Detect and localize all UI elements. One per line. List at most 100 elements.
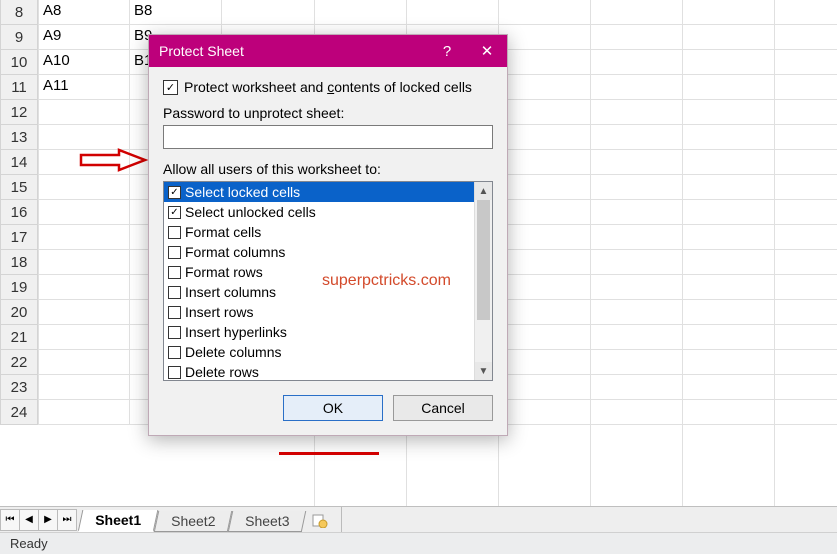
permission-label: Insert rows [185, 304, 253, 320]
cell[interactable] [38, 275, 130, 300]
cell[interactable]: A11 [38, 75, 130, 100]
permission-option[interactable]: Select unlocked cells [164, 202, 474, 222]
gridline [682, 0, 683, 506]
row-header[interactable]: 8 [0, 0, 38, 25]
permissions-listbox[interactable]: Select locked cells Select unlocked cells… [163, 181, 493, 381]
status-bar: Ready [0, 532, 837, 554]
cell[interactable]: A8 [38, 0, 130, 25]
permission-option[interactable]: Select locked cells [164, 182, 474, 202]
tab-nav-next-button[interactable]: ▶ [38, 509, 58, 531]
row-header[interactable]: 19 [0, 275, 38, 300]
permission-option[interactable]: Insert hyperlinks [164, 322, 474, 342]
protect-contents-checkbox[interactable] [163, 80, 178, 95]
grid-row: 8A8B8 [0, 0, 837, 25]
tab-nav-last-button[interactable]: ⏭ [57, 509, 77, 531]
sheet-tab[interactable]: Sheet1 [78, 510, 159, 532]
permission-checkbox[interactable] [168, 206, 181, 219]
permission-label: Format columns [185, 244, 285, 260]
row-header[interactable]: 9 [0, 25, 38, 50]
password-input[interactable] [163, 125, 493, 149]
permission-label: Format rows [185, 264, 263, 280]
permission-checkbox[interactable] [168, 266, 181, 279]
cell[interactable] [38, 100, 130, 125]
cell[interactable] [38, 175, 130, 200]
status-text: Ready [10, 536, 48, 551]
permission-label: Insert columns [185, 284, 276, 300]
permission-option[interactable]: Format columns [164, 242, 474, 262]
cell[interactable] [38, 225, 130, 250]
permission-checkbox[interactable] [168, 246, 181, 259]
permission-option[interactable]: Delete rows [164, 362, 474, 380]
allow-users-label: Allow all users of this worksheet to: [163, 161, 493, 177]
permission-label: Delete rows [185, 364, 259, 380]
annotation-underline [279, 452, 379, 455]
row-header[interactable]: 10 [0, 50, 38, 75]
sheet-tab[interactable]: Sheet2 [154, 511, 233, 532]
cell[interactable]: A10 [38, 50, 130, 75]
sheet-tab-label: Sheet3 [245, 513, 289, 529]
permission-option[interactable]: Delete columns [164, 342, 474, 362]
row-header[interactable]: 23 [0, 375, 38, 400]
tab-nav-prev-button[interactable]: ◀ [19, 509, 39, 531]
permission-checkbox[interactable] [168, 286, 181, 299]
dialog-titlebar[interactable]: Protect Sheet ? ✕ [149, 35, 507, 67]
sheet-tab-bar: ⏮ ◀ ▶ ⏭ Sheet1 Sheet2 Sheet3 [0, 506, 837, 532]
new-sheet-button[interactable] [305, 507, 335, 532]
permission-option[interactable]: Format rows [164, 262, 474, 282]
scroll-down-button[interactable]: ▼ [475, 362, 492, 380]
close-button[interactable]: ✕ [467, 35, 507, 67]
scroll-up-button[interactable]: ▲ [475, 182, 492, 200]
password-label: Password to unprotect sheet: [163, 105, 493, 121]
permission-checkbox[interactable] [168, 306, 181, 319]
protect-sheet-dialog: Protect Sheet ? ✕ Protect worksheet and … [148, 34, 508, 436]
permission-label: Select locked cells [185, 184, 300, 200]
cell[interactable] [38, 325, 130, 350]
gridline [590, 0, 591, 506]
row-header[interactable]: 17 [0, 225, 38, 250]
new-sheet-icon [311, 512, 329, 528]
scroll-thumb[interactable] [477, 200, 490, 320]
row-header[interactable]: 21 [0, 325, 38, 350]
permission-label: Delete columns [185, 344, 282, 360]
sheet-tab-label: Sheet2 [171, 513, 215, 529]
row-header[interactable]: 13 [0, 125, 38, 150]
help-button[interactable]: ? [427, 35, 467, 67]
cell[interactable]: B8 [130, 0, 222, 25]
row-header[interactable]: 22 [0, 350, 38, 375]
ok-button[interactable]: OK [283, 395, 383, 421]
tab-scroll-area[interactable] [341, 507, 837, 532]
cell[interactable]: A9 [38, 25, 130, 50]
cell[interactable] [38, 200, 130, 225]
permission-option[interactable]: Format cells [164, 222, 474, 242]
permission-option[interactable]: Insert columns [164, 282, 474, 302]
row-header[interactable]: 20 [0, 300, 38, 325]
sheet-tab[interactable]: Sheet3 [228, 511, 307, 532]
cell[interactable] [38, 400, 130, 425]
cell[interactable] [38, 250, 130, 275]
cell[interactable] [38, 300, 130, 325]
permission-checkbox[interactable] [168, 366, 181, 379]
row-header[interactable]: 18 [0, 250, 38, 275]
cell[interactable] [38, 375, 130, 400]
row-header[interactable]: 14 [0, 150, 38, 175]
permission-label: Insert hyperlinks [185, 324, 287, 340]
row-header[interactable]: 15 [0, 175, 38, 200]
row-header[interactable]: 12 [0, 100, 38, 125]
permission-checkbox[interactable] [168, 326, 181, 339]
row-header[interactable]: 11 [0, 75, 38, 100]
tab-nav-first-button[interactable]: ⏮ [0, 509, 20, 531]
cell[interactable] [38, 350, 130, 375]
cancel-button[interactable]: Cancel [393, 395, 493, 421]
protect-contents-label: Protect worksheet and contents of locked… [184, 79, 472, 95]
permission-checkbox[interactable] [168, 346, 181, 359]
row-header[interactable]: 16 [0, 200, 38, 225]
row-header[interactable]: 24 [0, 400, 38, 425]
listbox-scrollbar[interactable]: ▲ ▼ [474, 182, 492, 380]
permission-checkbox[interactable] [168, 186, 181, 199]
annotation-arrow-icon [79, 148, 149, 172]
cell[interactable] [38, 125, 130, 150]
permission-checkbox[interactable] [168, 226, 181, 239]
permission-label: Format cells [185, 224, 261, 240]
permission-option[interactable]: Insert rows [164, 302, 474, 322]
permission-label: Select unlocked cells [185, 204, 316, 220]
